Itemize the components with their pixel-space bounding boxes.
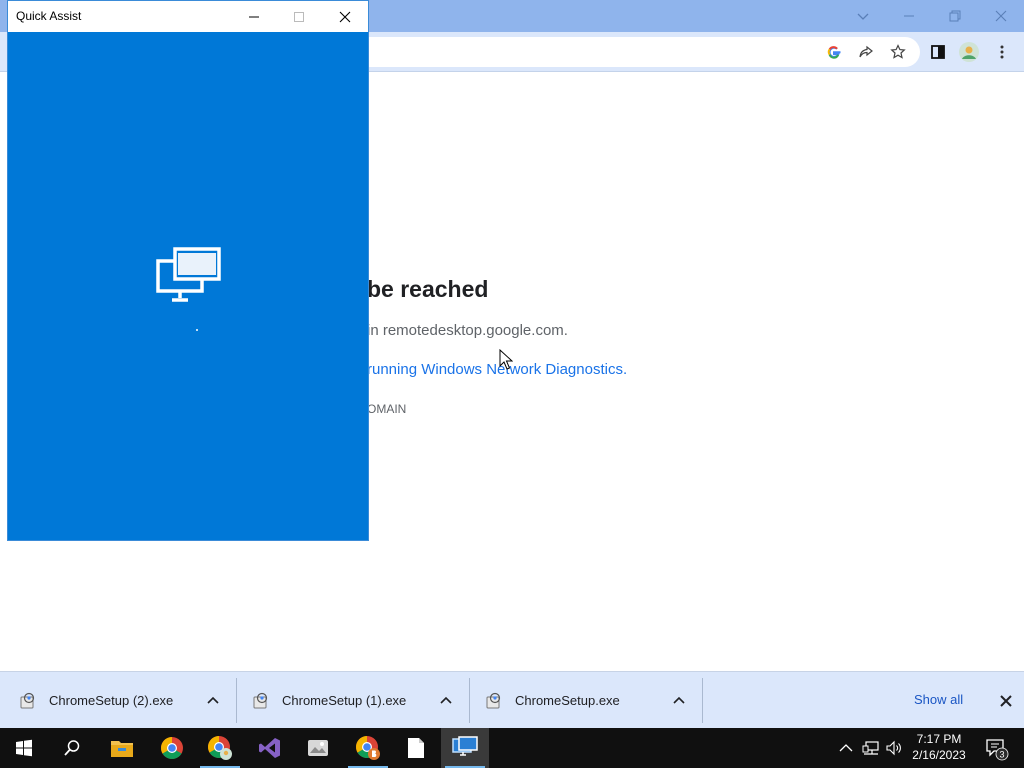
chevron-up-icon[interactable] <box>205 693 221 709</box>
image-app-icon <box>308 740 328 756</box>
bookmark-star-icon[interactable] <box>886 40 910 64</box>
notification-count: 3 <box>999 750 1004 760</box>
network-diagnostics-link[interactable]: running Windows Network Diagnostics. <box>367 361 627 378</box>
search-icon <box>64 740 80 756</box>
error-host-line: in remotedesktop.google.com. <box>367 322 568 339</box>
file-explorer-icon <box>111 741 133 757</box>
show-all-downloads-link[interactable]: Show all <box>914 692 963 707</box>
download-item[interactable]: ChromeSetup (2).exe <box>0 672 233 729</box>
volume-icon <box>886 740 901 756</box>
share-icon[interactable] <box>854 40 878 64</box>
download-item[interactable]: ChromeSetup (1).exe <box>233 672 466 729</box>
restore-icon <box>949 10 961 22</box>
start-icon <box>16 739 32 757</box>
chevron-up-icon <box>839 744 853 752</box>
download-filename: ChromeSetup.exe <box>515 693 620 708</box>
download-divider <box>702 678 703 723</box>
taskbar-document[interactable] <box>392 728 440 768</box>
minimize-icon <box>904 15 914 17</box>
error-title: be reached <box>367 276 489 302</box>
quick-assist-close-button[interactable] <box>322 1 368 32</box>
quick-assist-icon <box>452 736 478 756</box>
download-filename: ChromeSetup (2).exe <box>49 693 174 708</box>
taskbar-chrome-profile-b[interactable] <box>344 728 392 768</box>
download-item[interactable]: ChromeSetup.exe <box>466 672 699 729</box>
installer-icon <box>486 692 501 708</box>
download-filename: ChromeSetup (1).exe <box>282 693 407 708</box>
desktop-screen: be reached in remotedesktop.google.com. … <box>0 0 1024 768</box>
installer-icon <box>253 692 268 708</box>
quick-assist-titlebar[interactable]: Quick Assist <box>8 1 368 32</box>
taskbar-quick-assist[interactable] <box>441 728 489 768</box>
close-icon <box>339 11 351 22</box>
notification-icon: 3 <box>986 739 1009 761</box>
minimize-icon <box>249 16 259 17</box>
tab-search-button[interactable] <box>840 0 886 32</box>
loading-indicator <box>196 329 198 331</box>
quick-assist-title: Quick Assist <box>16 9 82 23</box>
installer-icon <box>20 692 35 708</box>
profile-avatar-icon[interactable] <box>957 40 981 64</box>
action-center-button[interactable]: 3 <box>978 728 1016 768</box>
more-menu-icon[interactable] <box>990 40 1014 64</box>
network-icon <box>862 741 879 755</box>
quick-assist-maximize-button <box>276 1 322 32</box>
taskbar-visual-studio[interactable] <box>246 728 294 768</box>
mouse-cursor-icon <box>499 349 513 370</box>
clock-date: 2/16/2023 <box>912 748 966 762</box>
close-icon <box>995 10 1007 22</box>
chevron-down-icon <box>857 13 869 20</box>
taskbar: 7:17 PM 2/16/2023 3 <box>0 728 1024 768</box>
clock-time: 7:17 PM <box>916 732 962 746</box>
maximize-icon <box>294 11 304 22</box>
download-shelf: ChromeSetup (2).exe ChromeSetup (1).exe … <box>0 671 1024 728</box>
close-icon[interactable] <box>996 691 1016 711</box>
quick-assist-minimize-button[interactable] <box>231 1 277 32</box>
taskbar-file-explorer[interactable] <box>98 728 146 768</box>
visual-studio-icon <box>259 738 280 758</box>
tray-network-button[interactable] <box>860 728 882 768</box>
start-button[interactable] <box>0 728 48 768</box>
chevron-up-icon[interactable] <box>671 693 687 709</box>
google-icon[interactable] <box>822 40 846 64</box>
chrome-user-icon <box>208 736 232 760</box>
taskbar-chrome-user[interactable] <box>196 728 244 768</box>
taskbar-clock[interactable]: 7:17 PM 2/16/2023 <box>905 731 973 763</box>
tray-volume-button[interactable] <box>884 728 904 768</box>
quick-assist-window: Quick Assist <box>7 0 369 541</box>
chrome-restore-button[interactable] <box>932 0 978 32</box>
chrome-icon <box>161 737 183 759</box>
document-icon <box>408 738 424 758</box>
taskbar-image-app[interactable] <box>294 728 342 768</box>
quick-assist-logo-icon <box>156 247 221 302</box>
side-panel-icon[interactable] <box>926 40 950 64</box>
error-code: OMAIN <box>367 402 407 416</box>
tray-overflow-button[interactable] <box>836 728 856 768</box>
search-button[interactable] <box>48 728 96 768</box>
chrome-minimize-button[interactable] <box>886 0 932 32</box>
chrome-profile-b-icon <box>356 736 380 760</box>
chevron-up-icon[interactable] <box>438 693 454 709</box>
chrome-close-button[interactable] <box>978 0 1024 32</box>
taskbar-chrome[interactable] <box>148 728 196 768</box>
